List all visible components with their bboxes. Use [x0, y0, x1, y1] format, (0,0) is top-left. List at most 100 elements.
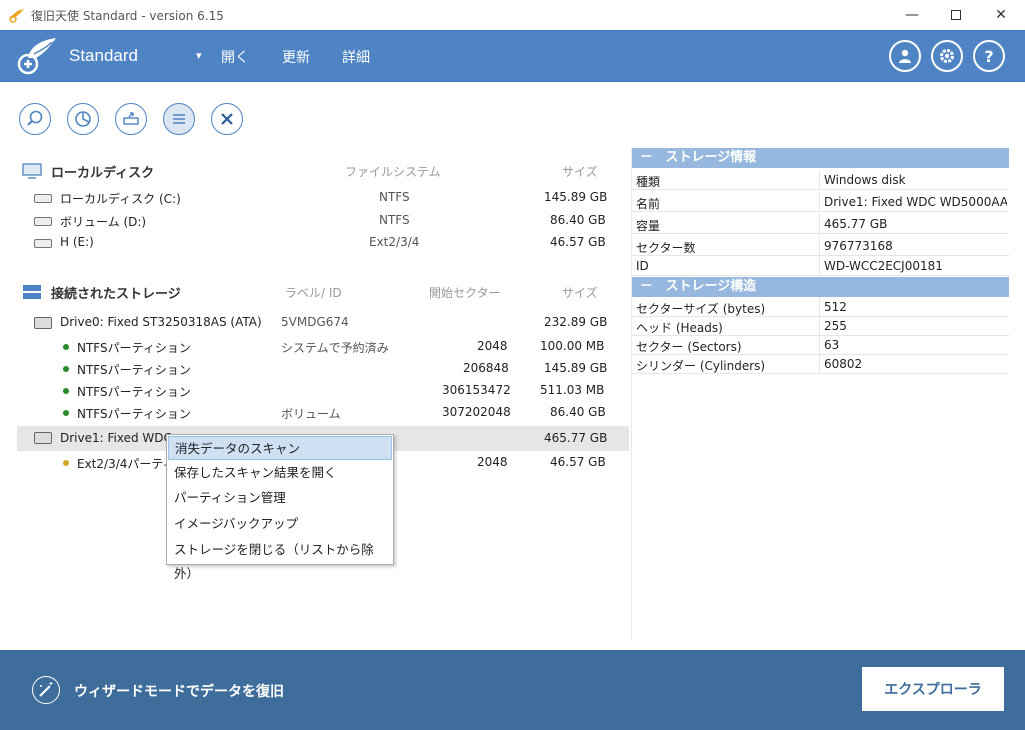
- struct-value: 63: [824, 338, 840, 352]
- magic-wand-icon: [39, 682, 53, 697]
- struct-row: セクター (Sectors) 63: [632, 335, 1009, 355]
- wizard-mode-link[interactable]: ウィザードモードでデータを復旧: [74, 681, 284, 701]
- title-bar: 復旧天使 Standard - version 6.15 — ✕: [0, 0, 1025, 30]
- disk-name: ボリューム (D:): [60, 215, 147, 229]
- storage-struct-header[interactable]: － ストレージ構造: [632, 277, 1009, 297]
- account-button[interactable]: [889, 40, 921, 72]
- partition-name: NTFSパーティション: [77, 363, 191, 377]
- partition-name: NTFSパーティション: [77, 341, 191, 355]
- drive-row[interactable]: Drive0: Fixed ST3250318AS (ATA) 5VMDG674…: [17, 312, 629, 334]
- struct-key: シリンダー (Cylinders): [636, 359, 766, 373]
- col-filesystem: ファイルシステム: [345, 165, 441, 179]
- menu-close-storage[interactable]: ストレージを閉じる（リストから除外）: [168, 538, 392, 581]
- user-icon: [899, 49, 911, 63]
- backup-tool-button[interactable]: [115, 103, 147, 135]
- hard-drive-icon: [34, 432, 52, 444]
- storage-info-title: ストレージ情報: [665, 150, 757, 165]
- local-disk-row[interactable]: ボリューム (D:) NTFS 86.40 GB: [17, 210, 629, 232]
- disk-name: ローカルディスク (C:): [60, 192, 181, 206]
- app-header: Standard ▾ 開く 更新 詳細 ?: [0, 30, 1025, 82]
- disk-icon: [34, 239, 52, 248]
- angel-wing-icon: [9, 9, 24, 23]
- context-menu: 消失データのスキャン 保存したスキャン結果を開く パーティション管理 イメージバ…: [166, 434, 394, 581]
- disk-fs: NTFS: [379, 213, 410, 227]
- disk-icon: [34, 194, 52, 203]
- settings-button[interactable]: [931, 40, 963, 72]
- disk-name: H (E:): [60, 235, 94, 249]
- brand-label: Standard: [69, 46, 138, 65]
- menu-partition-management[interactable]: パーティション管理: [168, 486, 392, 510]
- list-icon: [173, 114, 185, 124]
- maximize-button[interactable]: [933, 0, 979, 30]
- info-key: 種類: [636, 175, 661, 189]
- partition-name: Ext2/3/4パーティ: [77, 457, 175, 471]
- close-circle-icon: [221, 113, 233, 125]
- menu-open[interactable]: 開く: [221, 47, 249, 67]
- server-icon: [23, 285, 41, 299]
- info-key: セクター数: [636, 241, 696, 255]
- help-button[interactable]: ?: [973, 40, 1005, 72]
- col-label-id: ラベル/ ID: [285, 286, 342, 300]
- menu-open-saved-scan[interactable]: 保存したスキャン結果を開く: [168, 461, 392, 485]
- menu-image-backup[interactable]: イメージバックアップ: [168, 512, 392, 536]
- partition-tool-button[interactable]: [67, 103, 99, 135]
- info-key: 容量: [636, 219, 661, 233]
- wizard-button[interactable]: [32, 676, 60, 704]
- disk-icon: [34, 217, 52, 226]
- partition-start: 2048: [477, 339, 508, 353]
- struct-value: 512: [824, 300, 847, 314]
- pie-chart-icon: [75, 111, 91, 127]
- close-window-button[interactable]: ✕: [978, 0, 1024, 30]
- storage-info-header[interactable]: － ストレージ情報: [632, 148, 1009, 168]
- info-row: 種類 Windows disk: [632, 170, 1009, 190]
- menu-refresh[interactable]: 更新: [282, 47, 310, 67]
- local-disk-row[interactable]: ローカルディスク (C:) NTFS 145.89 GB: [17, 187, 629, 209]
- partition-start: 306153472: [442, 383, 511, 397]
- info-value: Windows disk: [824, 173, 906, 187]
- partition-status-icon: [63, 388, 69, 394]
- footer-bar: ウィザードモードでデータを復旧 エクスプローラ: [0, 650, 1025, 730]
- disk-size: 86.40 GB: [550, 213, 606, 227]
- info-value: WD-WCC2ECJ00181: [824, 259, 943, 273]
- close-storage-button[interactable]: [211, 103, 243, 135]
- drive-size: 465.77 GB: [544, 431, 608, 445]
- partition-row[interactable]: NTFSパーティション ボリューム 307202048 86.40 GB: [17, 402, 629, 424]
- monitor-icon: [22, 163, 42, 179]
- scan-tool-button[interactable]: [19, 103, 51, 135]
- menu-details[interactable]: 詳細: [342, 47, 370, 67]
- struct-key: セクターサイズ (bytes): [636, 302, 766, 316]
- collapse-icon: －: [640, 279, 654, 294]
- menu-scan-lost-data[interactable]: 消失データのスキャン: [168, 436, 392, 460]
- storage-export-icon: [123, 112, 139, 125]
- logo-icon: [17, 38, 56, 75]
- close-icon: ✕: [995, 7, 1007, 23]
- struct-value: 60802: [824, 357, 863, 371]
- partition-label: システムで予約済み: [281, 341, 389, 355]
- help-icon: ?: [984, 46, 994, 66]
- menu-dropdown-arrow[interactable]: ▾: [196, 49, 202, 62]
- info-row: ID WD-WCC2ECJ00181: [632, 256, 1009, 276]
- drive-label: 5VMDG674: [281, 315, 349, 329]
- collapse-icon: －: [640, 150, 654, 165]
- partition-status-icon: [63, 366, 69, 372]
- struct-row: ヘッド (Heads) 255: [632, 316, 1009, 336]
- partition-start: 307202048: [442, 405, 511, 419]
- window-title: 復旧天使 Standard - version 6.15: [31, 9, 224, 23]
- disk-size: 46.57 GB: [550, 235, 606, 249]
- explorer-button[interactable]: エクスプローラ: [862, 667, 1004, 711]
- partition-row[interactable]: NTFSパーティション システムで予約済み 2048 100.00 MB: [17, 336, 629, 358]
- struct-key: セクター (Sectors): [636, 340, 742, 354]
- partition-row[interactable]: NTFSパーティション 206848 145.89 GB: [17, 358, 629, 380]
- partition-row[interactable]: NTFSパーティション 306153472 511.03 MB: [17, 380, 629, 402]
- info-row: セクター数 976773168: [632, 236, 1009, 256]
- minimize-button[interactable]: —: [889, 0, 935, 30]
- partition-size: 46.57 GB: [550, 455, 606, 469]
- info-value: 465.77 GB: [824, 217, 888, 231]
- local-disk-row[interactable]: H (E:) Ext2/3/4 46.57 GB: [17, 232, 629, 254]
- disk-fs: NTFS: [379, 190, 410, 204]
- drive-name: Drive0: Fixed ST3250318AS (ATA): [60, 315, 262, 329]
- gear-icon: [940, 49, 954, 63]
- list-view-button[interactable]: [163, 103, 195, 135]
- partition-label: ボリューム: [281, 407, 341, 421]
- partition-size: 100.00 MB: [540, 339, 605, 353]
